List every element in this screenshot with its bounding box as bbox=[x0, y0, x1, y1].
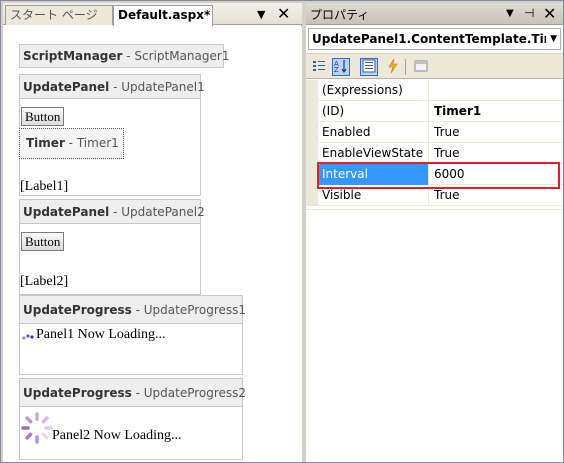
control-type: Timer bbox=[26, 136, 65, 150]
separator: - bbox=[131, 386, 144, 400]
property-row-expressions[interactable]: (Expressions) bbox=[306, 80, 563, 101]
tab-default-aspx[interactable]: Default.aspx* bbox=[113, 5, 213, 26]
control-id: UpdateProgress2 bbox=[143, 386, 247, 400]
scriptmanager-control[interactable]: ScriptManager - ScriptManager1 bbox=[19, 44, 229, 68]
property-value[interactable]: True bbox=[430, 122, 563, 143]
control-id: UpdatePanel2 bbox=[121, 205, 205, 219]
design-surface[interactable]: ScriptManager - ScriptManager1 UpdatePan… bbox=[3, 26, 302, 462]
separator: - bbox=[64, 136, 77, 150]
control-header: UpdateProgress - UpdateProgress1 bbox=[20, 296, 246, 324]
control-header: UpdatePanel - UpdatePanel1 bbox=[20, 75, 205, 99]
designer-pane: スタート ページ Default.aspx* ▼ ✕ ScriptManager… bbox=[3, 3, 302, 462]
tab-list-dropdown-icon[interactable]: ▼ bbox=[257, 8, 265, 21]
categorized-view-icon[interactable] bbox=[310, 58, 328, 76]
spinner-ring-icon bbox=[21, 412, 53, 444]
separator: - bbox=[122, 49, 135, 63]
separator: - bbox=[109, 205, 122, 219]
button2[interactable]: Button bbox=[21, 232, 65, 251]
properties-title: プロパティ bbox=[310, 8, 370, 22]
separator: - bbox=[109, 80, 122, 94]
control-id: UpdatePanel1 bbox=[121, 80, 205, 94]
control-type: UpdateProgress bbox=[23, 386, 132, 400]
document-tabstrip: スタート ページ Default.aspx* ▼ ✕ bbox=[3, 3, 302, 26]
control-header: ScriptManager - ScriptManager1 bbox=[20, 45, 229, 67]
row-gutter bbox=[306, 80, 318, 101]
events-lightning-icon[interactable] bbox=[384, 58, 402, 76]
label2[interactable]: [Label2] bbox=[20, 274, 68, 290]
tab-close-icon[interactable]: ✕ bbox=[277, 4, 290, 23]
row-gutter bbox=[306, 101, 318, 122]
property-value[interactable]: Timer1 bbox=[430, 101, 563, 122]
progress2-text: Panel2 Now Loading... bbox=[52, 428, 182, 443]
object-selector-dropdown[interactable]: UpdatePanel1.ContentTemplate.Timer1 ▼ bbox=[308, 28, 561, 50]
property-value[interactable]: True bbox=[430, 143, 563, 164]
svg-text:Z: Z bbox=[334, 66, 339, 73]
control-header: UpdateProgress - UpdateProgress2 bbox=[20, 379, 246, 407]
property-row-enabled[interactable]: Enabled True bbox=[306, 122, 563, 143]
button1[interactable]: Button bbox=[21, 107, 65, 126]
chevron-down-icon[interactable]: ▼ bbox=[550, 34, 557, 44]
property-name: (Expressions) bbox=[319, 80, 429, 101]
control-id: ScriptManager1 bbox=[134, 49, 230, 63]
alphabetical-sort-icon[interactable]: AZ bbox=[332, 58, 350, 76]
properties-close-icon[interactable]: ✕ bbox=[543, 4, 556, 23]
control-id: UpdateProgress1 bbox=[143, 303, 247, 317]
row-gutter bbox=[306, 210, 318, 462]
progress1-text: Panel1 Now Loading... bbox=[36, 327, 166, 342]
property-grid-empty-area bbox=[306, 209, 563, 462]
property-pages-icon[interactable] bbox=[412, 58, 430, 76]
control-type: UpdatePanel bbox=[23, 80, 110, 94]
window-frame: スタート ページ Default.aspx* ▼ ✕ ScriptManager… bbox=[0, 0, 564, 463]
interval-highlight-box bbox=[317, 162, 560, 189]
row-gutter bbox=[306, 122, 318, 143]
control-id: Timer1 bbox=[76, 136, 119, 150]
properties-view-icon[interactable] bbox=[360, 58, 378, 76]
tab-start-page[interactable]: スタート ページ bbox=[5, 5, 113, 25]
spinner-dots-icon bbox=[22, 334, 34, 340]
toolbar-separator bbox=[405, 59, 406, 75]
separator: - bbox=[131, 303, 144, 317]
properties-toolbar: AZ bbox=[306, 53, 563, 79]
control-header: Timer - Timer1 bbox=[26, 136, 119, 150]
properties-pane: プロパティ ▼ ⊣ ✕ UpdatePanel1.ContentTemplate… bbox=[306, 3, 563, 462]
control-type: UpdatePanel bbox=[23, 205, 110, 219]
control-header: UpdatePanel - UpdatePanel2 bbox=[20, 200, 205, 224]
property-row-enableviewstate[interactable]: EnableViewState True bbox=[306, 143, 563, 164]
properties-titlebar: プロパティ ▼ ⊣ ✕ bbox=[306, 3, 563, 25]
property-value[interactable] bbox=[430, 80, 563, 101]
property-row-id[interactable]: (ID) Timer1 bbox=[306, 101, 563, 122]
timer1-control[interactable]: Timer - Timer1 bbox=[19, 128, 124, 159]
row-gutter bbox=[306, 143, 318, 164]
control-type: UpdateProgress bbox=[23, 303, 132, 317]
auto-hide-pin-icon[interactable]: ⊣ bbox=[524, 6, 534, 20]
object-selector-value: UpdatePanel1.ContentTemplate.Timer1 bbox=[312, 32, 546, 46]
window-position-dropdown-icon[interactable]: ▼ bbox=[506, 8, 514, 19]
control-type: ScriptManager bbox=[23, 49, 123, 63]
property-name: EnableViewState bbox=[319, 143, 429, 164]
label1[interactable]: [Label1] bbox=[20, 179, 68, 195]
property-name: Enabled bbox=[319, 122, 429, 143]
property-name: (ID) bbox=[319, 101, 429, 122]
